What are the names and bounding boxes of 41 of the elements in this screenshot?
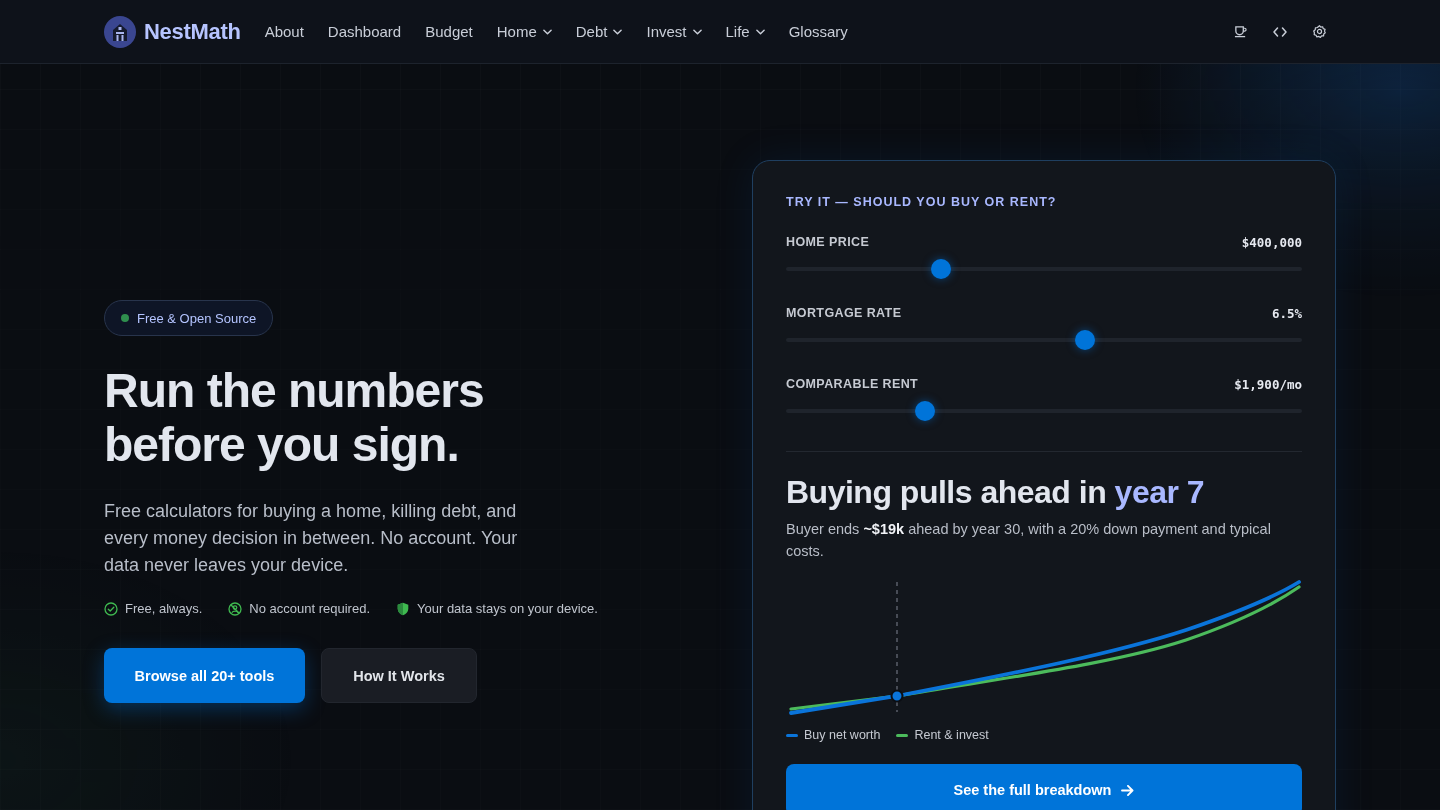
badge-dot-icon [121,314,129,322]
slider-thumb[interactable] [930,259,951,279]
slider-thumb[interactable] [1075,330,1096,350]
slider-label: MORTGAGE RATE [786,306,902,320]
how-it-works-button[interactable]: How It Works [321,648,477,703]
hero-headline: Run the numbers before you sign. [104,364,485,472]
badge-label: Free & Open Source [137,310,257,326]
feature-label: Your data stays on your device. [417,601,598,616]
browse-tools-button[interactable]: Browse all 20+ tools [104,648,305,703]
code-icon[interactable] [1273,26,1287,37]
slider-value: $400,000 [1241,234,1302,250]
nav-link[interactable]: Debt [575,23,623,40]
nav-link[interactable]: About [264,23,304,40]
feature-label: No account required. [249,601,370,616]
coffee-cup-icon[interactable] [1234,25,1247,38]
legend-label: Rent & invest [914,728,989,742]
settings-icon[interactable] [1313,25,1326,38]
slider-label: COMPARABLE RENT [786,377,919,391]
nav-link[interactable]: Dashboard [327,23,402,40]
slider-value: 6.5% [1271,305,1302,321]
check-circle-icon [104,601,118,616]
nav-link[interactable]: Invest [646,23,702,40]
result-heading: Buying pulls ahead in year 7 [786,473,1206,512]
slider-label: HOME PRICE [786,235,870,249]
slider-thumb[interactable] [915,401,936,421]
nav-link[interactable]: Glossary [788,23,848,40]
legend-label: Buy net worth [804,728,881,742]
brand-name[interactable]: NestMath [144,18,241,45]
nav-link[interactable]: Life [725,23,765,40]
nav-link[interactable]: Home [496,23,552,40]
hero-description: Free calculators for buying a home, killing debt, and every money decision in between. No account. Your data never leaves your device. [104,500,519,577]
arrow-right-icon [1121,784,1135,796]
result-summary: Buyer ends ~$19k ahead by year 30, with a 20% down payment and typical costs. [786,520,1272,561]
nav-link[interactable]: Budget [425,23,473,40]
full-breakdown-button[interactable]: See the full breakdown [786,764,1302,810]
calculator-title: TRY IT — SHOULD YOU BUY OR RENT? [786,194,1058,210]
shield-icon [396,601,410,616]
feature-label: Free, always. [125,601,203,616]
slashed-user-icon [228,601,243,616]
logo-icon[interactable] [104,15,136,48]
slider-value: $1,900/mo [1234,376,1302,392]
